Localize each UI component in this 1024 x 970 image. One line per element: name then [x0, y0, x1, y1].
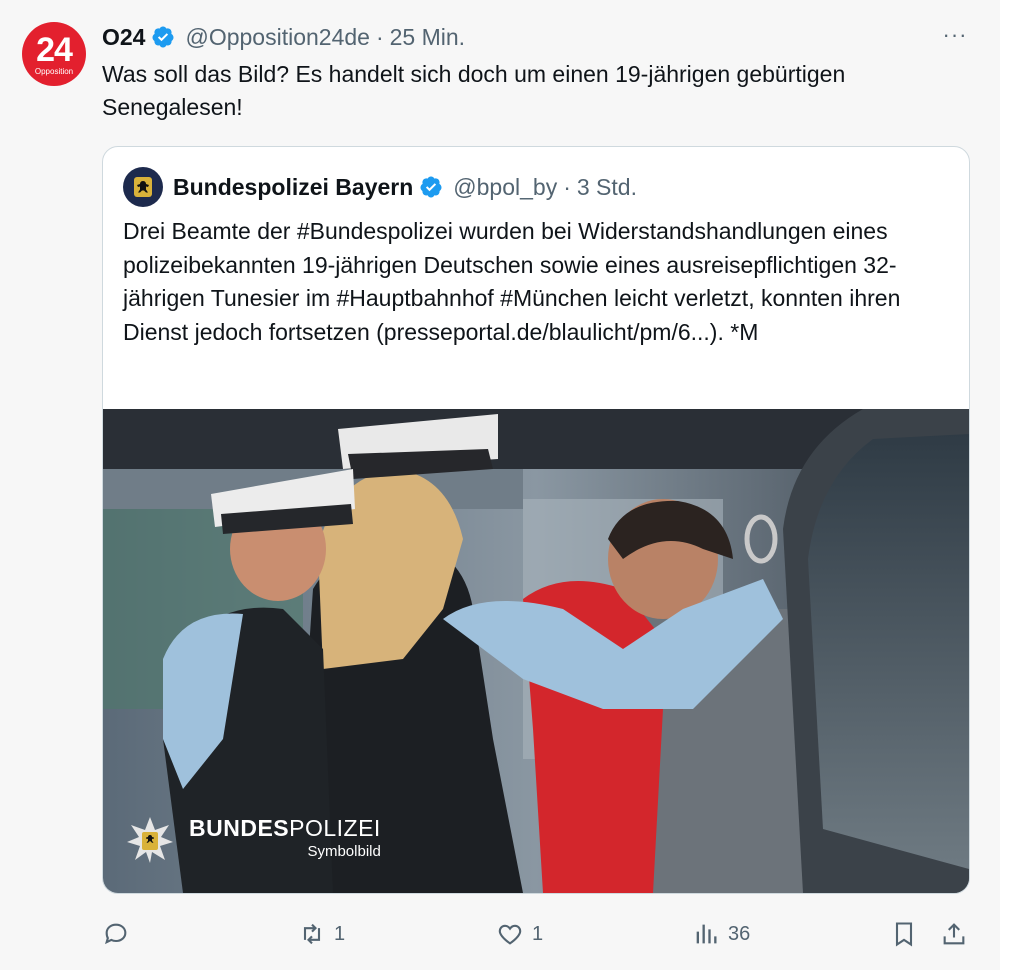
watermark-regular: POLIZEI [289, 815, 381, 841]
separator-dot: · [375, 23, 384, 50]
like-count: 1 [532, 922, 544, 945]
retweet-button[interactable]: 1 [298, 916, 345, 952]
quoted-header: Bundespolizei Bayern @bpol_by · 3 Std. [123, 167, 637, 207]
watermark-caption: Symbolbild [307, 843, 381, 860]
watermark-bold: BUNDES [189, 815, 290, 841]
avatar-number: 24 [36, 31, 73, 69]
quoted-display-name[interactable]: Bundespolizei Bayern [173, 174, 413, 201]
handle[interactable]: @Opposition24de [185, 24, 369, 51]
bundespolizei-eagle-icon [134, 177, 152, 197]
tweet-text: Was soll das Bild? Es handelt sich doch … [102, 61, 846, 120]
share-button[interactable] [940, 916, 968, 952]
quoted-text: Drei Beamte der #Bundespolizei wurden be… [123, 218, 901, 345]
like-icon [498, 924, 522, 945]
avatar-subtitle: Opposition [34, 67, 74, 76]
bookmark-icon [895, 922, 913, 947]
more-icon[interactable]: ··· [940, 22, 970, 52]
tweet-header: O24 @Opposition24de · 25 Min. [102, 22, 465, 52]
quoted-timestamp[interactable]: 3 Std. [577, 174, 637, 201]
views-button[interactable]: 36 [692, 916, 750, 952]
like-button[interactable]: 1 [496, 916, 543, 952]
quoted-handle[interactable]: @bpol_by [453, 174, 557, 201]
views-count: 36 [728, 922, 751, 945]
retweet-icon [303, 923, 321, 945]
reply-button[interactable] [102, 916, 138, 952]
bundespolizei-star-icon [127, 817, 173, 863]
retweet-count: 1 [334, 922, 346, 945]
display-name[interactable]: O24 [102, 24, 145, 51]
quoted-avatar[interactable] [123, 167, 163, 207]
photo-watermark: BUNDESPOLIZEI Symbolbild [125, 815, 381, 865]
bookmark-button[interactable] [890, 916, 918, 952]
quoted-tweet[interactable]: Bundespolizei Bayern @bpol_by · 3 Std. D… [102, 146, 970, 894]
views-icon [696, 924, 717, 944]
verified-badge-icon [152, 26, 174, 48]
page-margin [1000, 0, 1024, 970]
separator-dot: · [563, 173, 571, 200]
tweet-card[interactable]: 24 Opposition O24 @Opposition24de · 25 M… [0, 0, 1000, 970]
timestamp[interactable]: 25 Min. [390, 24, 465, 51]
avatar[interactable]: 24 Opposition [22, 22, 86, 86]
action-bar: 1 1 36 [102, 916, 972, 952]
verified-badge-icon [420, 176, 442, 198]
reply-icon [105, 923, 127, 945]
share-icon [943, 923, 965, 945]
